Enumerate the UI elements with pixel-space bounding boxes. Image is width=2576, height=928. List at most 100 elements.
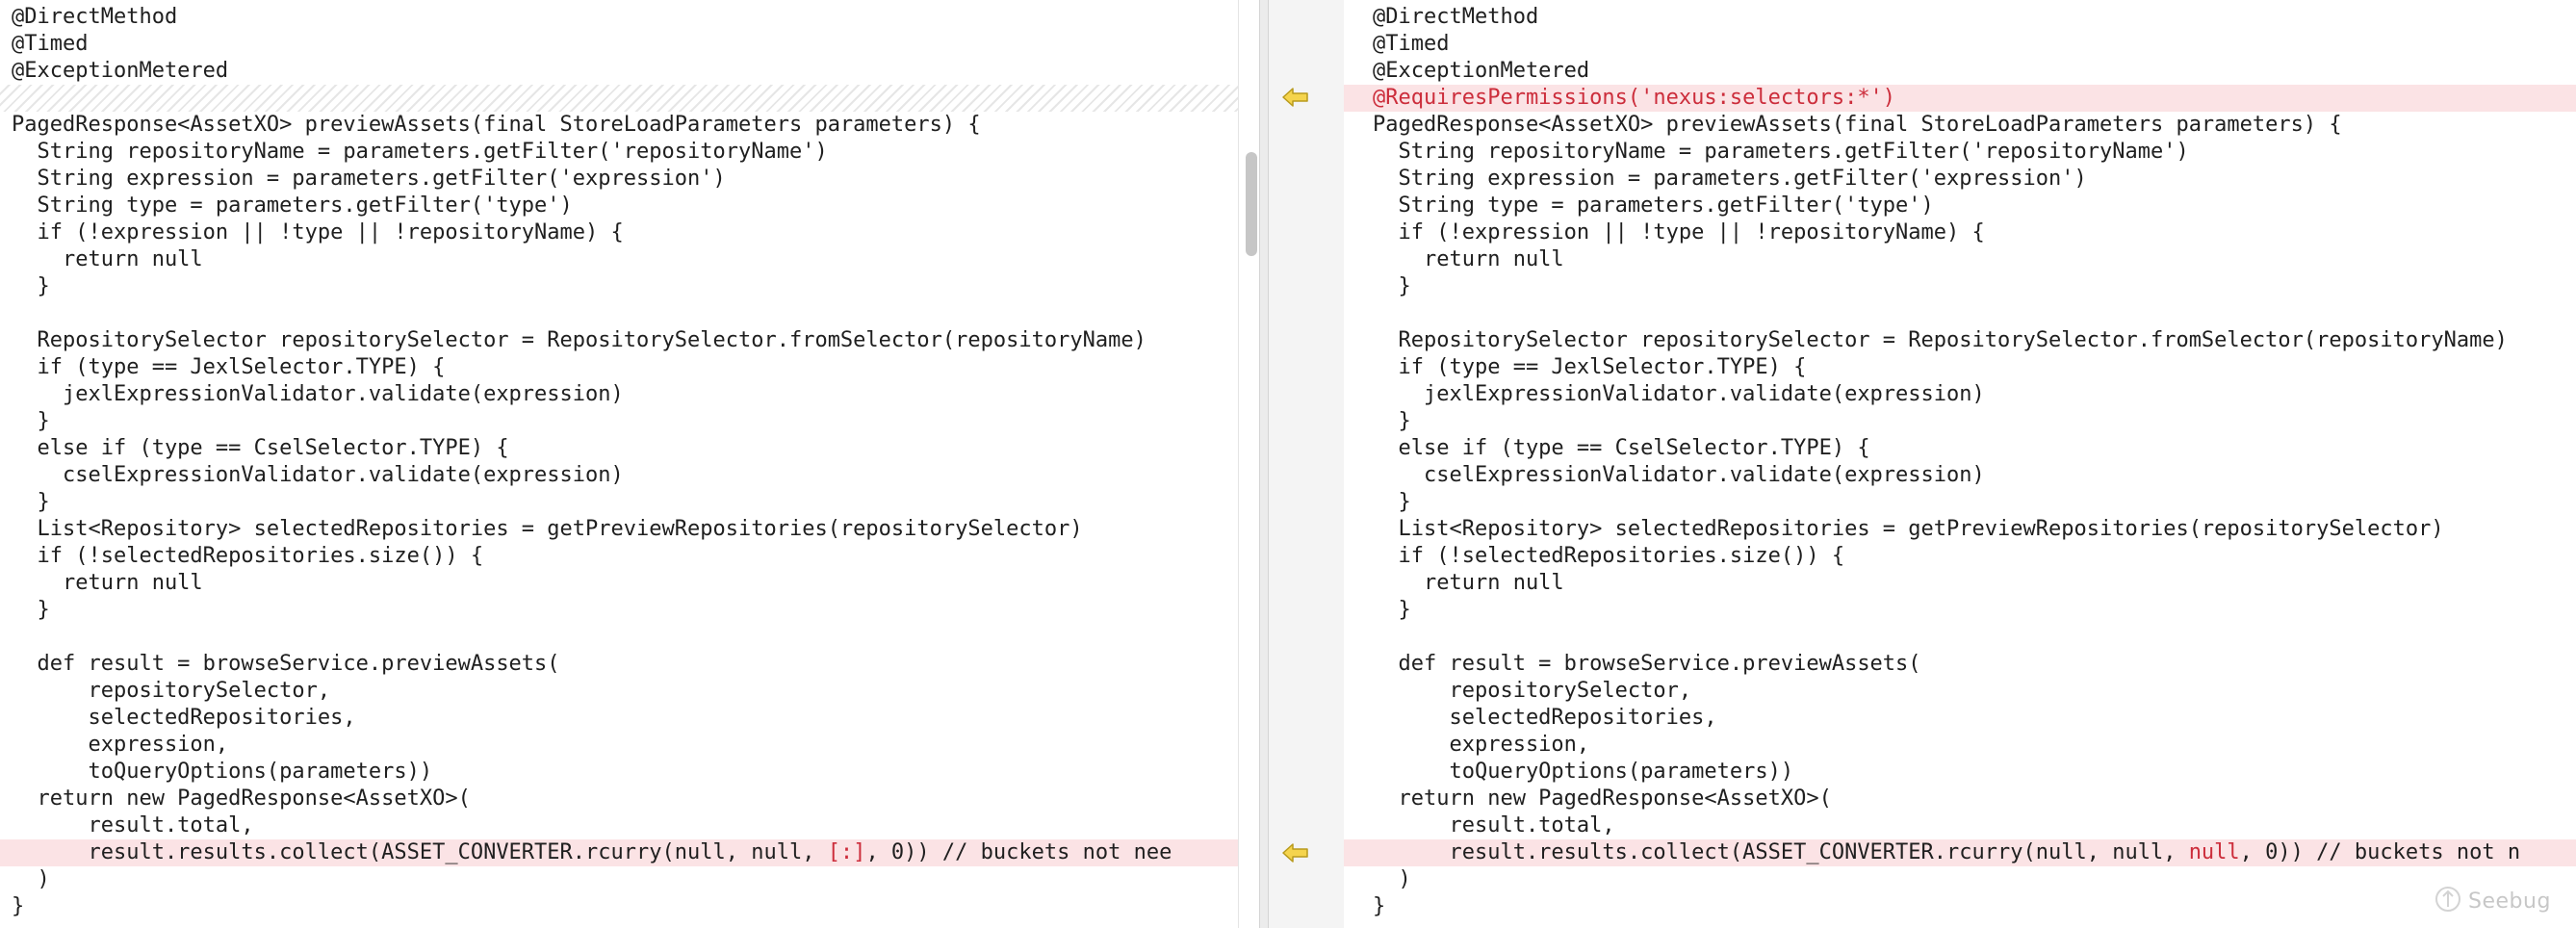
code-line: String type = parameters.getFilter('type… xyxy=(0,193,1238,219)
code-line: } xyxy=(1344,408,2576,435)
code-text: return null xyxy=(12,571,203,595)
code-line: } xyxy=(0,408,1238,435)
watermark-text: Seebug xyxy=(2468,889,2551,914)
code-text: return new PagedResponse<AssetXO>( xyxy=(12,786,471,811)
copy-change-left-arrow-icon[interactable] xyxy=(1281,842,1310,864)
changed-token: null xyxy=(2188,840,2240,864)
code-text: , 0)) // buckets not n xyxy=(2239,840,2521,864)
code-text: if (!selectedRepositories.size()) { xyxy=(12,544,484,568)
diff-placeholder-line xyxy=(0,85,1238,112)
changed-token: @RequiresPermissions('nexus:selectors:*'… xyxy=(1373,86,1896,110)
code-line: String expression = parameters.getFilter… xyxy=(0,166,1238,193)
changed-code-line: result.results.collect(ASSET_CONVERTER.r… xyxy=(0,839,1238,866)
code-text: if (type == JexlSelector.TYPE) { xyxy=(12,355,446,379)
code-text: selectedRepositories, xyxy=(1373,706,1717,730)
code-line: ) xyxy=(1344,866,2576,893)
code-line: } xyxy=(1344,273,2576,300)
code-text: jexlExpressionValidator.validate(express… xyxy=(12,382,624,406)
code-line: expression, xyxy=(1344,732,2576,759)
left-pane-scrollbar[interactable] xyxy=(1238,0,1260,928)
code-text: if (!expression || !type || !repositoryN… xyxy=(12,220,624,245)
code-line: String type = parameters.getFilter('type… xyxy=(1344,193,2576,219)
code-text: return null xyxy=(1373,247,1564,271)
code-line: @DirectMethod xyxy=(0,4,1238,31)
code-text: selectedRepositories, xyxy=(12,706,356,730)
code-text: } xyxy=(12,490,50,514)
code-line: def result = browseService.previewAssets… xyxy=(1344,651,2576,678)
code-line: expression, xyxy=(0,732,1238,759)
code-line: toQueryOptions(parameters)) xyxy=(1344,759,2576,786)
seebug-logo-icon xyxy=(2434,885,2462,917)
left-code-pane[interactable]: @DirectMethod @Timed @ExceptionMetered Page… xyxy=(0,0,1238,928)
code-text: if (!selectedRepositories.size()) { xyxy=(1373,544,1845,568)
code-text: @Timed xyxy=(1373,32,1450,56)
code-text: if (!expression || !type || !repositoryN… xyxy=(1373,220,1985,245)
code-line: cselExpressionValidator.validate(express… xyxy=(1344,462,2576,489)
left-code-lines: @DirectMethod @Timed @ExceptionMetered Page… xyxy=(0,4,1238,920)
code-text: cselExpressionValidator.validate(express… xyxy=(1373,463,1985,487)
pane-splitter[interactable] xyxy=(1259,0,1269,928)
code-line: repositorySelector, xyxy=(1344,678,2576,705)
code-line: if (!selectedRepositories.size()) { xyxy=(0,543,1238,570)
code-text: List<Repository> selectedRepositories = … xyxy=(12,517,1083,541)
code-text: cselExpressionValidator.validate(express… xyxy=(12,463,624,487)
code-line: } xyxy=(0,597,1238,624)
code-line: if (!selectedRepositories.size()) { xyxy=(1344,543,2576,570)
code-text: else if (type == CselSelector.TYPE) { xyxy=(12,436,509,460)
code-line: RepositorySelector repositorySelector = … xyxy=(0,327,1238,354)
code-text: } xyxy=(1373,409,1411,433)
code-text: } xyxy=(1373,894,1386,918)
code-text: return null xyxy=(12,247,203,271)
code-line: String repositoryName = parameters.getFi… xyxy=(1344,139,2576,166)
code-line: } xyxy=(0,273,1238,300)
code-line: return new PagedResponse<AssetXO>( xyxy=(1344,786,2576,812)
code-line: if (!expression || !type || !repositoryN… xyxy=(1344,219,2576,246)
code-line: String repositoryName = parameters.getFi… xyxy=(0,139,1238,166)
code-text: @ExceptionMetered xyxy=(12,59,229,83)
code-text: result.results.collect(ASSET_CONVERTER.r… xyxy=(12,840,828,864)
code-text: PagedResponse<AssetXO> previewAssets(fin… xyxy=(1373,113,2342,137)
code-text: else if (type == CselSelector.TYPE) { xyxy=(1373,436,1870,460)
code-text: PagedResponse<AssetXO> previewAssets(fin… xyxy=(12,113,981,137)
code-text: RepositorySelector repositorySelector = … xyxy=(1373,328,2508,352)
copy-change-left-arrow-icon[interactable] xyxy=(1281,87,1310,108)
code-text: } xyxy=(1373,274,1411,298)
code-text: String type = parameters.getFilter('type… xyxy=(12,193,573,218)
code-line: cselExpressionValidator.validate(express… xyxy=(0,462,1238,489)
code-line: result.total, xyxy=(1344,812,2576,839)
code-text: String repositoryName = parameters.getFi… xyxy=(12,140,828,164)
code-text: ) xyxy=(12,867,50,891)
code-line: } xyxy=(0,489,1238,516)
code-text: jexlExpressionValidator.validate(express… xyxy=(1373,382,1985,406)
code-line: jexlExpressionValidator.validate(express… xyxy=(1344,381,2576,408)
code-line: List<Repository> selectedRepositories = … xyxy=(1344,516,2576,543)
left-pane-scrollbar-thumb[interactable] xyxy=(1246,152,1257,256)
code-line: if (type == JexlSelector.TYPE) { xyxy=(0,354,1238,381)
code-text: result.total, xyxy=(12,813,254,838)
code-line: } xyxy=(1344,597,2576,624)
code-line: return null xyxy=(1344,570,2576,597)
code-text: expression, xyxy=(12,733,229,757)
code-text: String repositoryName = parameters.getFi… xyxy=(1373,140,2189,164)
code-text: @ExceptionMetered xyxy=(1373,59,1590,83)
code-line: def result = browseService.previewAssets… xyxy=(0,651,1238,678)
code-text: return new PagedResponse<AssetXO>( xyxy=(1373,786,1832,811)
code-line: result.total, xyxy=(0,812,1238,839)
code-line: } xyxy=(1344,489,2576,516)
code-text: List<Repository> selectedRepositories = … xyxy=(1373,517,2444,541)
code-line: jexlExpressionValidator.validate(express… xyxy=(0,381,1238,408)
code-line: } xyxy=(0,893,1238,920)
code-text: expression, xyxy=(1373,733,1590,757)
code-line: ) xyxy=(0,866,1238,893)
code-line: String expression = parameters.getFilter… xyxy=(1344,166,2576,193)
code-text: repositorySelector, xyxy=(12,679,331,703)
code-text: def result = browseService.previewAssets… xyxy=(1373,652,1921,676)
code-line: if (type == JexlSelector.TYPE) { xyxy=(1344,354,2576,381)
code-text: repositorySelector, xyxy=(1373,679,1692,703)
changed-code-line: @RequiresPermissions('nexus:selectors:*'… xyxy=(1344,85,2576,112)
right-code-pane[interactable]: @DirectMethod @Timed @ExceptionMetered @Req… xyxy=(1344,0,2576,928)
